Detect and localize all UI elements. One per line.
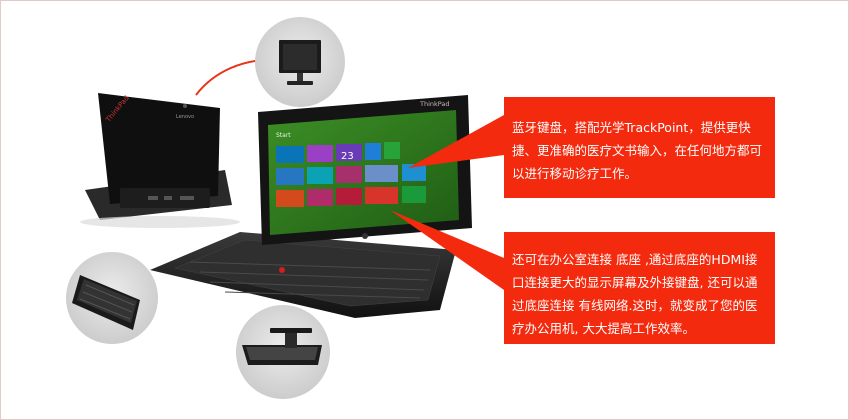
keyboard-accessory: [66, 252, 158, 344]
tile: [384, 142, 400, 159]
tile: [336, 188, 362, 205]
tile: [276, 168, 304, 185]
tile-number: 23: [341, 151, 354, 162]
tablet-brand: ThinkPad: [419, 100, 450, 108]
tile: [307, 189, 333, 206]
trackpoint: [279, 267, 285, 273]
tablet-start-label: Start: [276, 132, 291, 139]
keyboard-feature-callout: 蓝牙键盘，搭配光学TrackPoint，提供更快捷、更准确的医疗文书输入，在任何…: [504, 97, 775, 198]
dock-feature-callout: 还可在办公室连接 底座 ,通过底座的HDMI接口连接更大的显示屏幕及外接键盘, …: [504, 232, 775, 344]
dock-accessory: [236, 305, 330, 399]
dock-tablet-oem: Lenovo: [176, 114, 194, 120]
product-illustration: ThinkPad Lenovo ThinkPad Start 23: [66, 17, 504, 399]
docked-tablet: ThinkPad Lenovo: [80, 93, 240, 228]
tile: [276, 190, 304, 207]
tile: [336, 166, 362, 183]
tile: [365, 187, 398, 204]
monitor-accessory: [255, 17, 345, 107]
tile: [365, 143, 381, 160]
tile: [276, 146, 304, 163]
windows-button: [362, 233, 368, 239]
tile: [402, 186, 426, 203]
tile: [365, 165, 398, 182]
tile: [307, 167, 333, 184]
tile: [307, 145, 333, 162]
